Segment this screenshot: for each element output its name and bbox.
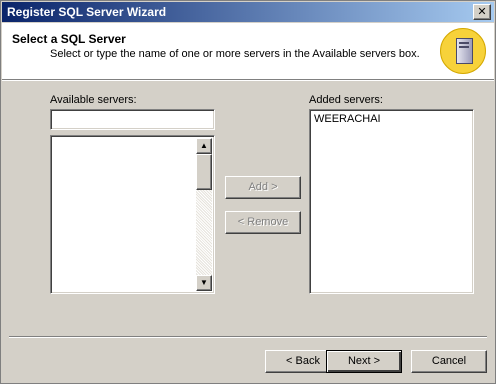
close-button[interactable]: ✕ <box>473 4 491 20</box>
server-icon <box>440 28 486 74</box>
scroll-down-button[interactable]: ▼ <box>196 275 212 291</box>
scroll-up-icon: ▲ <box>200 141 208 150</box>
remove-button[interactable]: < Remove <box>225 211 301 234</box>
available-list-scrollbar[interactable]: ▲ ▼ <box>196 138 212 291</box>
cancel-button[interactable]: Cancel <box>411 350 487 373</box>
list-item[interactable]: WEERACHAI <box>314 113 381 125</box>
step-title: Select a SQL Server <box>12 32 126 46</box>
scroll-up-button[interactable]: ▲ <box>196 138 212 154</box>
next-button[interactable]: Next > <box>326 350 402 373</box>
wizard-window: Register SQL Server Wizard ✕ Select a SQ… <box>0 0 496 384</box>
window-title: Register SQL Server Wizard <box>7 5 167 19</box>
server-name-input[interactable] <box>50 109 215 130</box>
added-servers-list[interactable]: WEERACHAI <box>309 109 474 294</box>
title-bar: Register SQL Server Wizard ✕ <box>2 2 494 22</box>
scroll-thumb[interactable] <box>196 154 212 190</box>
server-tower-shape <box>456 38 473 64</box>
added-servers-label: Added servers: <box>309 94 383 106</box>
close-icon: ✕ <box>477 6 487 18</box>
footer-separator <box>9 336 487 338</box>
available-servers-label: Available servers: <box>50 94 137 106</box>
step-description: Select or type the name of one or more s… <box>50 48 420 60</box>
scroll-down-icon: ▼ <box>200 278 208 287</box>
add-button[interactable]: Add > <box>225 176 301 199</box>
header-divider <box>2 80 494 81</box>
wizard-header: Select a SQL Server Select or type the n… <box>2 23 494 80</box>
available-servers-list[interactable]: ▲ ▼ <box>50 135 215 294</box>
